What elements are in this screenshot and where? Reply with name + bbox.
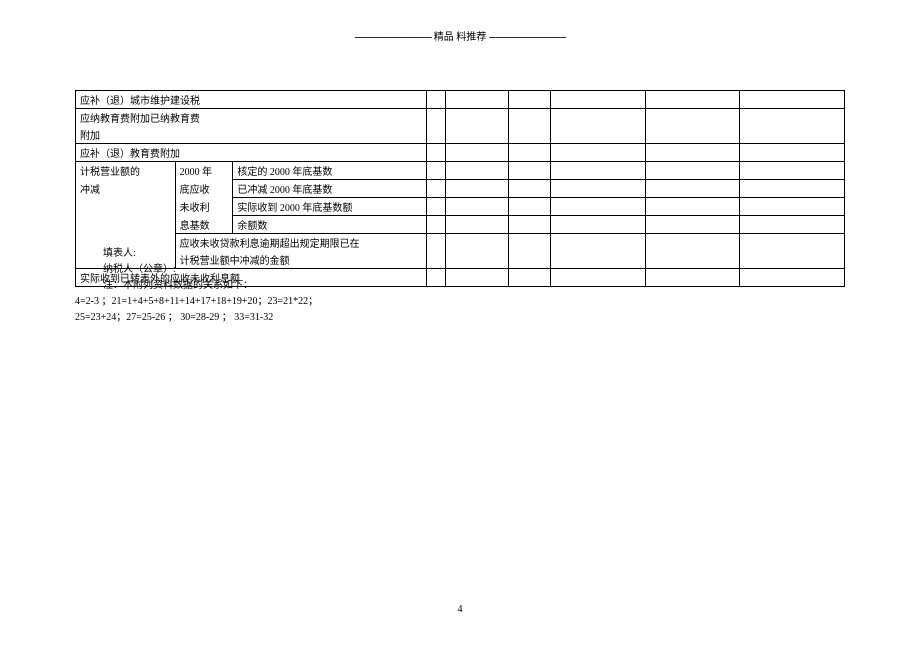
cell-label: 2000 年	[175, 162, 233, 180]
cell-empty	[740, 144, 845, 162]
cell-empty	[740, 216, 845, 234]
cell-empty	[645, 91, 739, 109]
footer-notes: 填表人: 纳税人（公章）: 注：本附列资料数据的关系如下： 4=2-3 ；21=…	[75, 246, 845, 326]
cell-empty	[740, 162, 845, 180]
cell-empty	[551, 144, 645, 162]
cell-empty	[509, 180, 551, 198]
cell-label: 附加	[76, 126, 427, 144]
table-row: 计税营业额的 2000 年 核定的 2000 年底基数	[76, 162, 845, 180]
cell-empty	[509, 162, 551, 180]
cell-empty	[446, 109, 509, 144]
cell-label: 余额数	[233, 216, 427, 234]
cell-empty	[551, 162, 645, 180]
footer-line: 纳税人（公章）:	[75, 262, 845, 278]
cell-empty	[509, 198, 551, 216]
cell-empty	[645, 198, 739, 216]
table-row: 未收利 实际收到 2000 年底基数额	[76, 198, 845, 216]
table-row: 应纳教育费附加已纳教育费	[76, 109, 845, 127]
cell-empty	[645, 109, 739, 144]
cell-label: 应补（退）教育费附加	[76, 144, 427, 162]
cell-label: 息基数	[175, 216, 233, 234]
cell-empty	[427, 180, 446, 198]
cell-empty	[76, 216, 176, 234]
cell-empty	[446, 198, 509, 216]
cell-empty	[427, 144, 446, 162]
cell-empty	[740, 91, 845, 109]
cell-label: 应纳教育费附加已纳教育费	[76, 109, 427, 127]
cell-empty	[551, 216, 645, 234]
cell-label: 计税营业额的	[76, 162, 176, 180]
cell-empty	[645, 216, 739, 234]
cell-empty	[551, 109, 645, 144]
cell-empty	[551, 180, 645, 198]
table-row: 应补（退）教育费附加	[76, 144, 845, 162]
cell-empty	[446, 216, 509, 234]
cell-empty	[427, 91, 446, 109]
cell-empty	[427, 109, 446, 144]
cell-empty	[551, 198, 645, 216]
cell-empty	[446, 180, 509, 198]
cell-label: 未收利	[175, 198, 233, 216]
footer-line: 4=2-3 ；21=1+4+5+8+11+14+17+18+19+20；23=2…	[75, 294, 845, 310]
cell-empty	[645, 144, 739, 162]
dash-left: ---------------------------------	[354, 32, 431, 43]
cell-empty	[76, 198, 176, 216]
dash-right: ---------------------------------	[489, 32, 566, 43]
footer-line: 填表人:	[75, 246, 845, 262]
table-row: 应补（退）城市维护建设税	[76, 91, 845, 109]
cell-empty	[509, 216, 551, 234]
cell-label: 应补（退）城市维护建设税	[76, 91, 427, 109]
cell-empty	[740, 198, 845, 216]
cell-label: 核定的 2000 年底基数	[233, 162, 427, 180]
cell-empty	[509, 144, 551, 162]
cell-empty	[446, 144, 509, 162]
cell-empty	[446, 91, 509, 109]
cell-empty	[740, 109, 845, 144]
cell-empty	[509, 109, 551, 144]
cell-empty	[551, 91, 645, 109]
cell-empty	[740, 180, 845, 198]
footer-line: 注：本附列资料数据的关系如下：	[75, 278, 845, 294]
page-number: 4	[0, 604, 920, 615]
cell-empty	[645, 162, 739, 180]
footer-line: 25=23+24；27=25-26 ； 30=28-29 ； 33=31-32	[75, 310, 845, 326]
cell-label: 冲减	[76, 180, 176, 198]
cell-empty	[645, 180, 739, 198]
cell-label: 底应收	[175, 180, 233, 198]
table-row: 息基数 余额数	[76, 216, 845, 234]
cell-label: 已冲减 2000 年底基数	[233, 180, 427, 198]
cell-empty	[427, 162, 446, 180]
cell-empty	[446, 162, 509, 180]
cell-empty	[509, 91, 551, 109]
page-header: --------------------------------- 精品 料推荐…	[0, 0, 920, 43]
cell-empty	[427, 198, 446, 216]
cell-empty	[427, 216, 446, 234]
table-row: 冲减 底应收 已冲减 2000 年底基数	[76, 180, 845, 198]
header-title: 精品 料推荐	[434, 32, 487, 43]
cell-label: 实际收到 2000 年底基数额	[233, 198, 427, 216]
